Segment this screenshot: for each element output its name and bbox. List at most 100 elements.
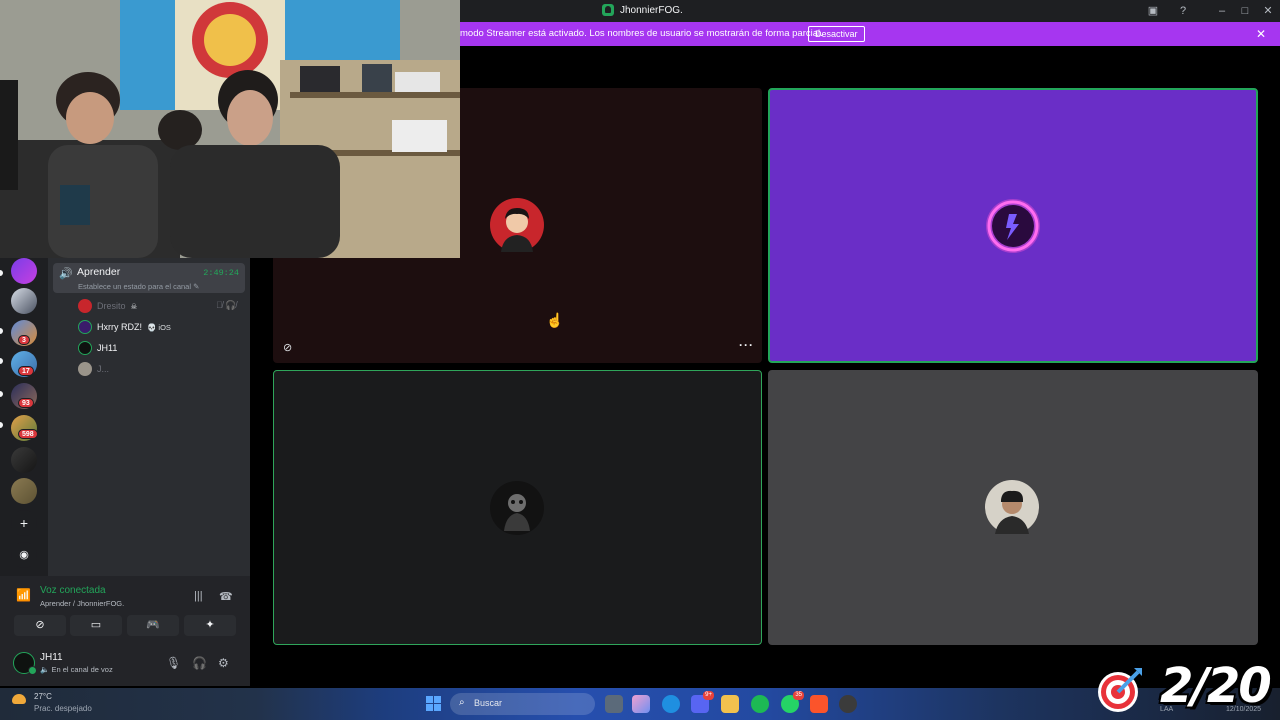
window-title: JhonnierFOG. <box>602 4 683 16</box>
voice-location[interactable]: Aprender / JhonnierFOG. <box>40 599 124 608</box>
member-j[interactable]: J... <box>78 361 109 377</box>
member-hxrry[interactable]: Hxrry RDZ! 💀 iOS <box>78 319 171 335</box>
video-tile-speaking[interactable] <box>768 88 1258 363</box>
server-rail: 3 17 93 598 + ◉ <box>0 258 48 576</box>
member-tag: 💀 iOS <box>147 322 171 332</box>
signal-icon: 📶 <box>16 588 31 602</box>
server-icon-8[interactable] <box>11 478 37 504</box>
task-view-icon[interactable] <box>605 695 623 713</box>
voice-status[interactable]: Voz conectada <box>40 585 106 596</box>
minimize-icon[interactable]: – <box>1214 3 1230 19</box>
webcam-overlay <box>0 0 460 258</box>
mention-badge: 598 <box>18 429 38 439</box>
channel-status-text: Establece un estado para el canal <box>78 282 191 291</box>
notification-badge: 9+ <box>703 691 714 700</box>
channel-name: Aprender <box>77 266 121 278</box>
obs-icon[interactable] <box>839 695 857 713</box>
weather-icon[interactable] <box>12 694 26 704</box>
screen: JhonnierFOG. ▣ ? – □ ✕ modo Streamer est… <box>0 0 1280 720</box>
windows-logo-icon <box>426 704 433 711</box>
mention-badge: 17 <box>18 366 34 376</box>
video-tile-j[interactable] <box>768 370 1258 645</box>
camera-off-icon: ⊘ <box>283 342 293 354</box>
copilot-icon[interactable] <box>632 695 650 713</box>
more-options-icon[interactable]: ··· <box>739 338 754 352</box>
maximize-icon[interactable]: □ <box>1237 3 1253 19</box>
discover-icon[interactable]: ◉ <box>11 542 37 568</box>
discord-icon[interactable]: 9+ <box>691 691 714 713</box>
unread-pill <box>0 270 3 276</box>
weather-desc[interactable]: Prac. despejado <box>34 704 92 713</box>
user-status-text: En el canal de voz <box>51 665 113 674</box>
help-icon[interactable]: ? <box>1175 3 1191 19</box>
spotify-icon[interactable] <box>751 695 769 713</box>
windows-logo-icon <box>426 696 433 703</box>
video-tile-jh11[interactable] <box>273 370 762 645</box>
start-button[interactable] <box>426 696 441 711</box>
screen-share-button[interactable]: ▭ <box>70 615 122 636</box>
user-avatar <box>490 481 544 535</box>
user-avatar <box>985 480 1039 534</box>
soundboard-button[interactable]: ✦ <box>184 615 236 636</box>
activities-icon: 🎮 <box>146 619 160 631</box>
close-icon[interactable]: ✕ <box>1260 3 1276 19</box>
inbox-icon[interactable]: ▣ <box>1145 3 1161 19</box>
channel-panel: 🔊 Aprender 2:49:24 Establece un estado p… <box>48 258 250 576</box>
channel-status[interactable]: Establece un estado para el canal ✎ <box>78 282 199 291</box>
settings-gear-icon[interactable]: ⚙ <box>218 656 229 670</box>
whatsapp-icon[interactable]: 35 <box>781 691 804 713</box>
server-avatar-icon <box>602 4 614 16</box>
screen-share-icon: ▭ <box>90 619 102 631</box>
user-name[interactable]: JH11 <box>40 652 63 663</box>
unread-pill <box>0 391 3 397</box>
noise-suppression-icon[interactable]: ||| <box>194 590 203 602</box>
member-name: J... <box>97 364 110 374</box>
avatar <box>78 320 92 334</box>
disconnect-icon[interactable]: ☎ <box>219 590 233 603</box>
brave-icon[interactable] <box>810 695 828 713</box>
window-title-text: JhonnierFOG. <box>620 4 683 16</box>
mention-badge: 93 <box>18 398 34 408</box>
unread-pill <box>0 358 3 364</box>
add-server-icon[interactable]: + <box>11 510 37 536</box>
avatar <box>78 362 92 376</box>
weather-temp[interactable]: 27°C <box>34 692 52 701</box>
microphone-icon[interactable]: 🎙 <box>166 656 181 670</box>
unread-pill <box>0 422 3 428</box>
camera-off-icon: ⊘ <box>35 619 45 631</box>
user-avatar <box>986 199 1040 253</box>
user-avatar[interactable] <box>13 652 37 675</box>
member-name: JH11 <box>97 343 118 353</box>
user-avatar <box>490 198 544 252</box>
file-explorer-icon[interactable] <box>721 695 739 713</box>
member-jh11[interactable]: JH11 <box>78 340 117 356</box>
voice-channel-aprender[interactable]: 🔊 Aprender 2:49:24 Establece un estado p… <box>53 263 245 293</box>
search-placeholder: Buscar <box>474 698 503 708</box>
banner-close-icon[interactable]: ✕ <box>1256 27 1266 41</box>
member-name: Dresito <box>97 301 126 311</box>
taskbar: 27°C Prac. despejado ⌕ Buscar 9+ 35 LAA … <box>0 688 1280 720</box>
server-icon-7[interactable] <box>11 447 37 473</box>
server-icon-1[interactable] <box>11 258 37 284</box>
progress-counter: 2/20 <box>1160 658 1272 714</box>
edge-icon[interactable] <box>662 695 680 713</box>
pencil-icon: ✎ <box>193 282 200 291</box>
server-icon-2[interactable] <box>11 288 37 314</box>
camera-off-button[interactable]: ⊘ <box>14 615 66 636</box>
activities-button[interactable]: 🎮 <box>127 615 179 636</box>
avatar <box>78 299 92 313</box>
user-status: 🔈 En el canal de voz <box>40 665 113 674</box>
windows-logo-icon <box>434 704 441 711</box>
headphones-icon[interactable]: 🎧 <box>192 656 207 670</box>
deactivate-button[interactable]: Desactivar <box>808 26 865 42</box>
member-tag: ☠ <box>130 301 138 311</box>
avatar <box>78 341 92 355</box>
member-name: Hxrry RDZ! <box>97 322 142 332</box>
webcam-feed <box>0 0 460 258</box>
call-timer: 2:49:24 <box>203 268 239 278</box>
member-dresito[interactable]: Dresito ☠ <box>78 298 137 314</box>
search-box[interactable]: ⌕ Buscar <box>450 693 595 715</box>
mention-badge: 3 <box>18 335 30 345</box>
voice-panel: 📶 Voz conectada Aprender / JhonnierFOG. … <box>0 576 250 686</box>
target-icon <box>1098 668 1142 712</box>
